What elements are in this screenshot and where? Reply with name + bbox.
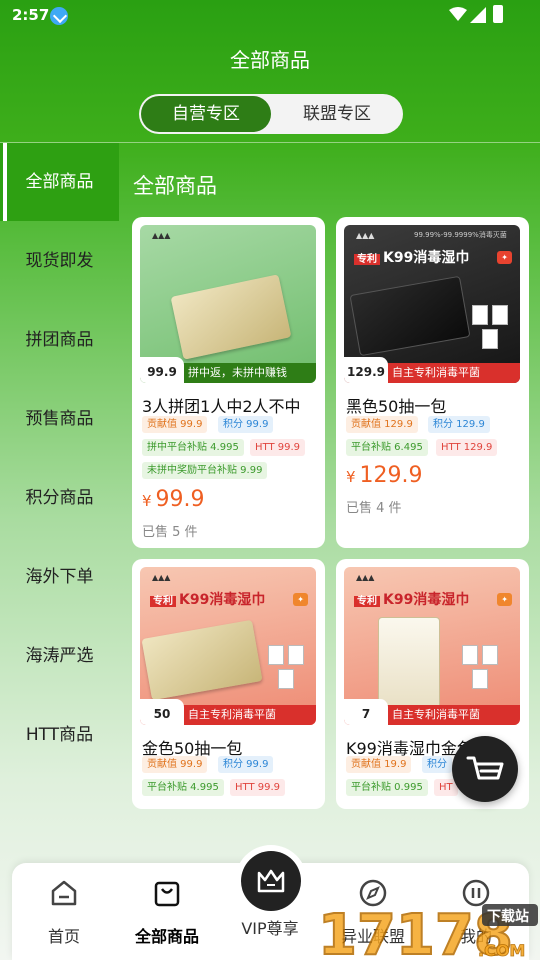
status-bar: 2:57 xyxy=(0,0,540,32)
nav-label: 全部商品 xyxy=(134,927,199,946)
tag-subsidy: 拼中平台补贴 4.995 xyxy=(142,439,244,456)
tag-subsidy: 平台补贴 0.995 xyxy=(346,779,428,796)
sidebar-item-presale[interactable]: 预售商品 xyxy=(0,380,119,458)
price-value: 99.9 xyxy=(155,487,205,512)
battery-icon xyxy=(493,5,503,23)
product-image: ▲▲▲ 99.99%-99.9999%消毒灭菌 专利 K99消毒湿巾 ✦ 自主专利… xyxy=(344,225,520,383)
zone-switch: 自营专区 联盟专区 xyxy=(139,94,403,134)
image-slogan: 99.99%-99.9999%消毒灭菌 xyxy=(414,231,507,239)
certificate-icon xyxy=(462,645,478,665)
price-value: 129.9 xyxy=(359,463,423,488)
product-image: ▲▲▲ 专利 K99消毒湿巾 ✦ 自主专利消毒平菌 50 xyxy=(140,567,316,725)
tab-self-operated[interactable]: 自营专区 xyxy=(141,96,271,132)
image-price-tag: 50 xyxy=(140,699,184,725)
svg-text:下载站: 下载站 xyxy=(487,908,529,925)
shopping-bag-icon xyxy=(154,881,180,907)
tag-htt: HTT 99.9 xyxy=(230,779,286,796)
page-title: 全部商品 xyxy=(230,48,310,72)
currency-symbol: ¥ xyxy=(142,492,152,510)
image-price-tag: 7 xyxy=(344,699,388,725)
image-badge: ✦ xyxy=(293,593,308,606)
nav-home[interactable]: 首页 xyxy=(14,863,114,960)
image-price-tag: 99.9 xyxy=(140,357,184,383)
tag-points: 积分 99.9 xyxy=(218,416,274,433)
watermark-logo-icon: 17178 .COM 下载站 xyxy=(317,902,538,960)
cart-icon xyxy=(466,756,504,780)
certificate-icon xyxy=(288,645,304,665)
brand-logo-icon: ▲▲▲ xyxy=(152,231,171,240)
download-icon xyxy=(50,7,68,25)
crown-icon xyxy=(257,869,285,893)
sidebar-item-all[interactable]: 全部商品 xyxy=(0,143,119,221)
product-card[interactable]: ▲▲▲ 专利 K99消毒湿巾 ✦ 自主专利消毒平菌 50 金色50抽一包 贡献值 … xyxy=(132,559,325,809)
svg-text:.COM: .COM xyxy=(478,941,525,960)
wipes-pack-icon xyxy=(170,274,292,360)
certificate-icon xyxy=(472,669,488,689)
tag-contribution: 贡献值 99.9 xyxy=(142,416,208,433)
wipes-pack-icon xyxy=(141,619,263,701)
product-title: 黑色50抽一包 xyxy=(346,397,447,416)
tag-contribution: 贡献值 129.9 xyxy=(346,416,418,433)
certificate-icon xyxy=(492,305,508,325)
product-image: ▲▲▲ 拼中返，未拼中赚钱 99.9 xyxy=(140,225,316,383)
brand-logo-icon: ▲▲▲ xyxy=(356,231,375,240)
certificate-icon xyxy=(268,645,284,665)
sold-count: 已售 4 件 xyxy=(346,501,402,516)
product-price: ¥129.9 xyxy=(346,463,423,488)
vip-badge xyxy=(241,851,301,911)
image-header: 专利 K99消毒湿巾 xyxy=(354,247,469,267)
tag-contribution: 贡献值 19.9 xyxy=(346,756,412,773)
home-icon xyxy=(51,880,77,906)
tag-points: 积分 129.9 xyxy=(428,416,490,433)
tag-unwon-subsidy: 未拼中奖励平台补贴 9.99 xyxy=(142,462,268,479)
brand-logo-icon: ▲▲▲ xyxy=(152,573,171,582)
tag-points: 积分 99.9 xyxy=(218,756,274,773)
cart-button[interactable] xyxy=(452,736,518,802)
brand-logo-icon: ▲▲▲ xyxy=(356,573,375,582)
wipes-pack-icon xyxy=(378,617,440,713)
signal-icon xyxy=(470,7,486,23)
sold-count: 已售 5 件 xyxy=(142,525,198,540)
certificate-icon xyxy=(472,305,488,325)
tag-contribution: 贡献值 99.9 xyxy=(142,756,208,773)
image-price-tag: 129.9 xyxy=(344,357,388,383)
tab-alliance[interactable]: 联盟专区 xyxy=(273,94,401,134)
tag-subsidy: 平台补贴 4.995 xyxy=(142,779,224,796)
sidebar-item-overseas[interactable]: 海外下单 xyxy=(0,538,119,616)
nav-label: 首页 xyxy=(47,927,80,946)
tag-subsidy: 平台补贴 6.495 xyxy=(346,439,428,456)
product-title: 3人拼团1人中2人不中 xyxy=(142,397,301,416)
image-badge: ✦ xyxy=(497,593,512,606)
certificate-icon xyxy=(482,645,498,665)
sidebar-item-points[interactable]: 积分商品 xyxy=(0,459,119,537)
sidebar-item-htt[interactable]: HTT商品 xyxy=(0,696,119,774)
wifi-icon xyxy=(449,7,467,21)
product-image: ▲▲▲ 专利 K99消毒湿巾 ✦ 自主专利消毒平菌 7 xyxy=(344,567,520,725)
sidebar-item-in-stock[interactable]: 现货即发 xyxy=(0,222,119,300)
product-price: ¥99.9 xyxy=(142,487,205,512)
sidebar-item-group-buy[interactable]: 拼团商品 xyxy=(0,301,119,379)
image-header: 专利 K99消毒湿巾 xyxy=(150,589,265,609)
site-watermark: 17178 .COM 下载站 xyxy=(316,902,540,960)
tag-htt: HTT 99.9 xyxy=(250,439,306,456)
image-header: 专利 K99消毒湿巾 xyxy=(354,589,469,609)
certificate-icon xyxy=(482,329,498,349)
tag-htt: HTT 129.9 xyxy=(436,439,498,456)
wipes-pack-icon xyxy=(349,275,471,357)
sidebar-item-selected[interactable]: 海涛严选 xyxy=(0,617,119,695)
section-title: 全部商品 xyxy=(133,174,217,198)
status-time: 2:57 xyxy=(12,6,50,24)
tag-points: 积分 xyxy=(422,756,452,773)
product-card[interactable]: ▲▲▲ 99.99%-99.9999%消毒灭菌 专利 K99消毒湿巾 ✦ 自主专利… xyxy=(336,217,529,548)
nav-all-products[interactable]: 全部商品 xyxy=(117,863,217,960)
vip-button[interactable] xyxy=(235,845,307,917)
image-badge: ✦ xyxy=(497,251,512,264)
certificate-icon xyxy=(278,669,294,689)
currency-symbol: ¥ xyxy=(346,468,356,486)
product-card[interactable]: ▲▲▲ 拼中返，未拼中赚钱 99.9 3人拼团1人中2人不中 贡献值 99.9 … xyxy=(132,217,325,548)
nav-label: VIP尊享 xyxy=(241,919,299,938)
